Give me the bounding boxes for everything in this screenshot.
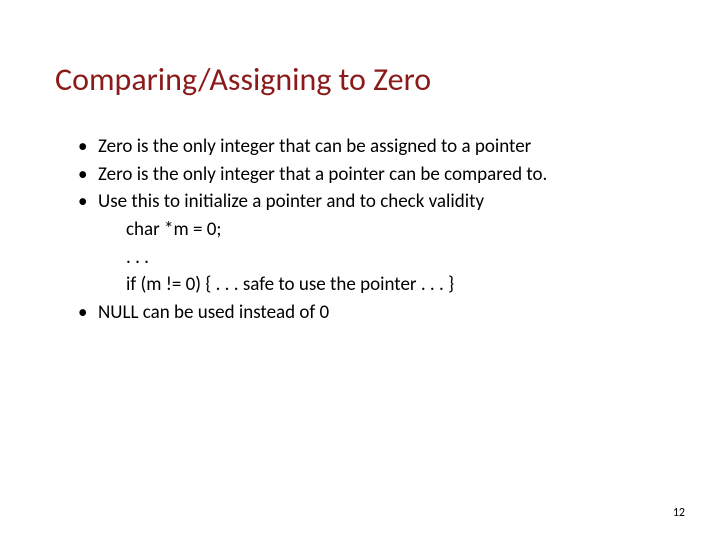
slide-container: Comparing/Assigning to Zero Zero is the … xyxy=(0,0,720,540)
page-number: 12 xyxy=(673,506,685,520)
bullet-item-1: Zero is the only integer that can be ass… xyxy=(78,134,670,160)
code-line-3: if (m != 0) { . . . safe to use the poin… xyxy=(78,272,670,298)
code-line-1: char *m = 0; xyxy=(78,217,670,243)
bullet-item-2: Zero is the only integer that a pointer … xyxy=(78,162,670,188)
code-line-2: . . . xyxy=(78,245,670,271)
slide-content: Zero is the only integer that can be ass… xyxy=(78,134,670,325)
slide-title: Comparing/Assigning to Zero xyxy=(55,60,670,99)
bullet-item-3: Use this to initialize a pointer and to … xyxy=(78,189,670,215)
bullet-item-4: NULL can be used instead of 0 xyxy=(78,300,670,326)
